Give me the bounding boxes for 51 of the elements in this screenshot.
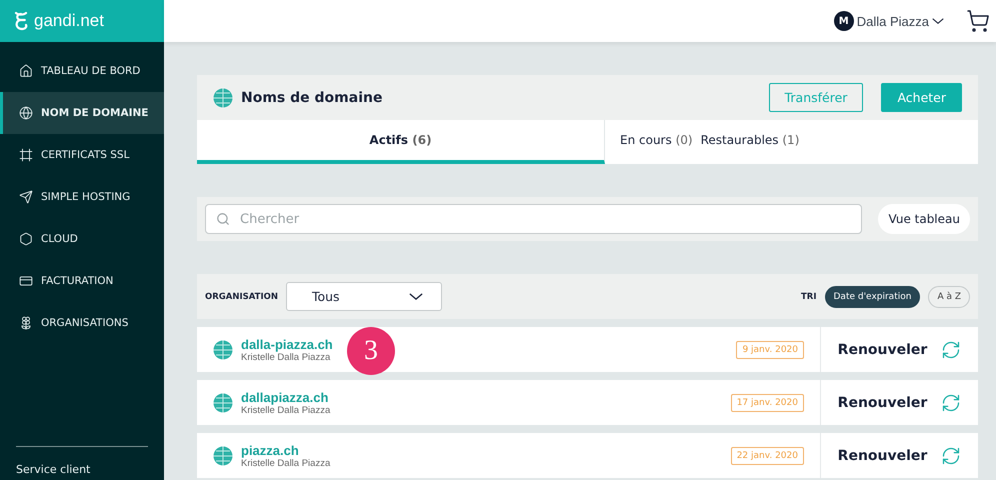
tab[interactable]: Restaurables (1) [700,133,800,147]
organisation-select[interactable]: Tous [286,282,442,311]
avatar: M [834,11,854,31]
domain-owner: Kristelle Dalla Piazza [241,458,330,468]
card-icon [19,274,33,288]
panel-title: Noms de domaine [241,90,384,106]
globe-icon [213,88,233,108]
flower-icon [19,316,33,330]
expiry-date: 17 janv. 2020 [730,394,804,412]
sort-option[interactable]: A à Z [928,286,970,308]
domain-owner: Kristelle Dalla Piazza [241,404,330,416]
send-icon [19,190,33,204]
hexagon-icon [19,232,33,246]
user-menu[interactable]: M Dalla Piazza [834,11,944,31]
tab[interactable]: Actifs (6) [369,133,432,147]
search-field[interactable]: Chercher [205,204,862,234]
globe-icon [19,106,33,120]
sidebar-item[interactable]: TABLEAU DE BORD [0,50,164,92]
tab[interactable]: En cours (0) [620,133,693,147]
domain-owner: Kristelle Dalla Piazza [241,352,330,362]
refresh-icon[interactable] [941,340,962,360]
service-link[interactable]: Service client [0,463,164,480]
sidebar-item[interactable]: SIMPLE HOSTING [0,176,164,218]
expiry-date: 22 janv. 2020 [730,446,804,464]
chevron-icon [932,18,944,24]
logo-text: gandi.net [34,11,104,31]
sidebar-item[interactable]: CERTIFICATS SSL [0,134,164,176]
frame-icon [19,148,33,162]
chevron-icon [408,293,423,300]
sort-option[interactable]: Date d'expiration [824,286,920,308]
renew-button[interactable]: Renouveler [838,342,928,358]
expiry-date: 9 janv. 2020 [736,340,804,358]
sidebar-item[interactable]: CLOUD [0,218,164,260]
table-view-button[interactable]: Vue tableau [878,204,970,234]
renew-button[interactable]: Renouveler [838,448,928,464]
sidebar-item[interactable]: NOM DE DOMAINE [0,92,164,134]
step-marker: 3 [347,327,395,375]
sort-label: TRI [800,292,816,302]
refresh-icon[interactable] [941,446,962,466]
sidebar-item[interactable]: ORGANISATIONS [0,302,164,344]
home-icon [19,64,33,78]
globe-icon [213,392,233,412]
globe-icon [213,446,233,466]
refresh-icon[interactable] [941,392,962,412]
filter-label: ORGANISATION [205,292,278,302]
logo-icon [14,11,28,31]
renew-button[interactable]: Renouveler [838,394,928,410]
sidebar-item[interactable]: FACTURATION [0,260,164,302]
user-name: Dalla Piazza [856,14,929,28]
cart-icon[interactable] [966,9,990,33]
globe-icon [213,340,233,360]
